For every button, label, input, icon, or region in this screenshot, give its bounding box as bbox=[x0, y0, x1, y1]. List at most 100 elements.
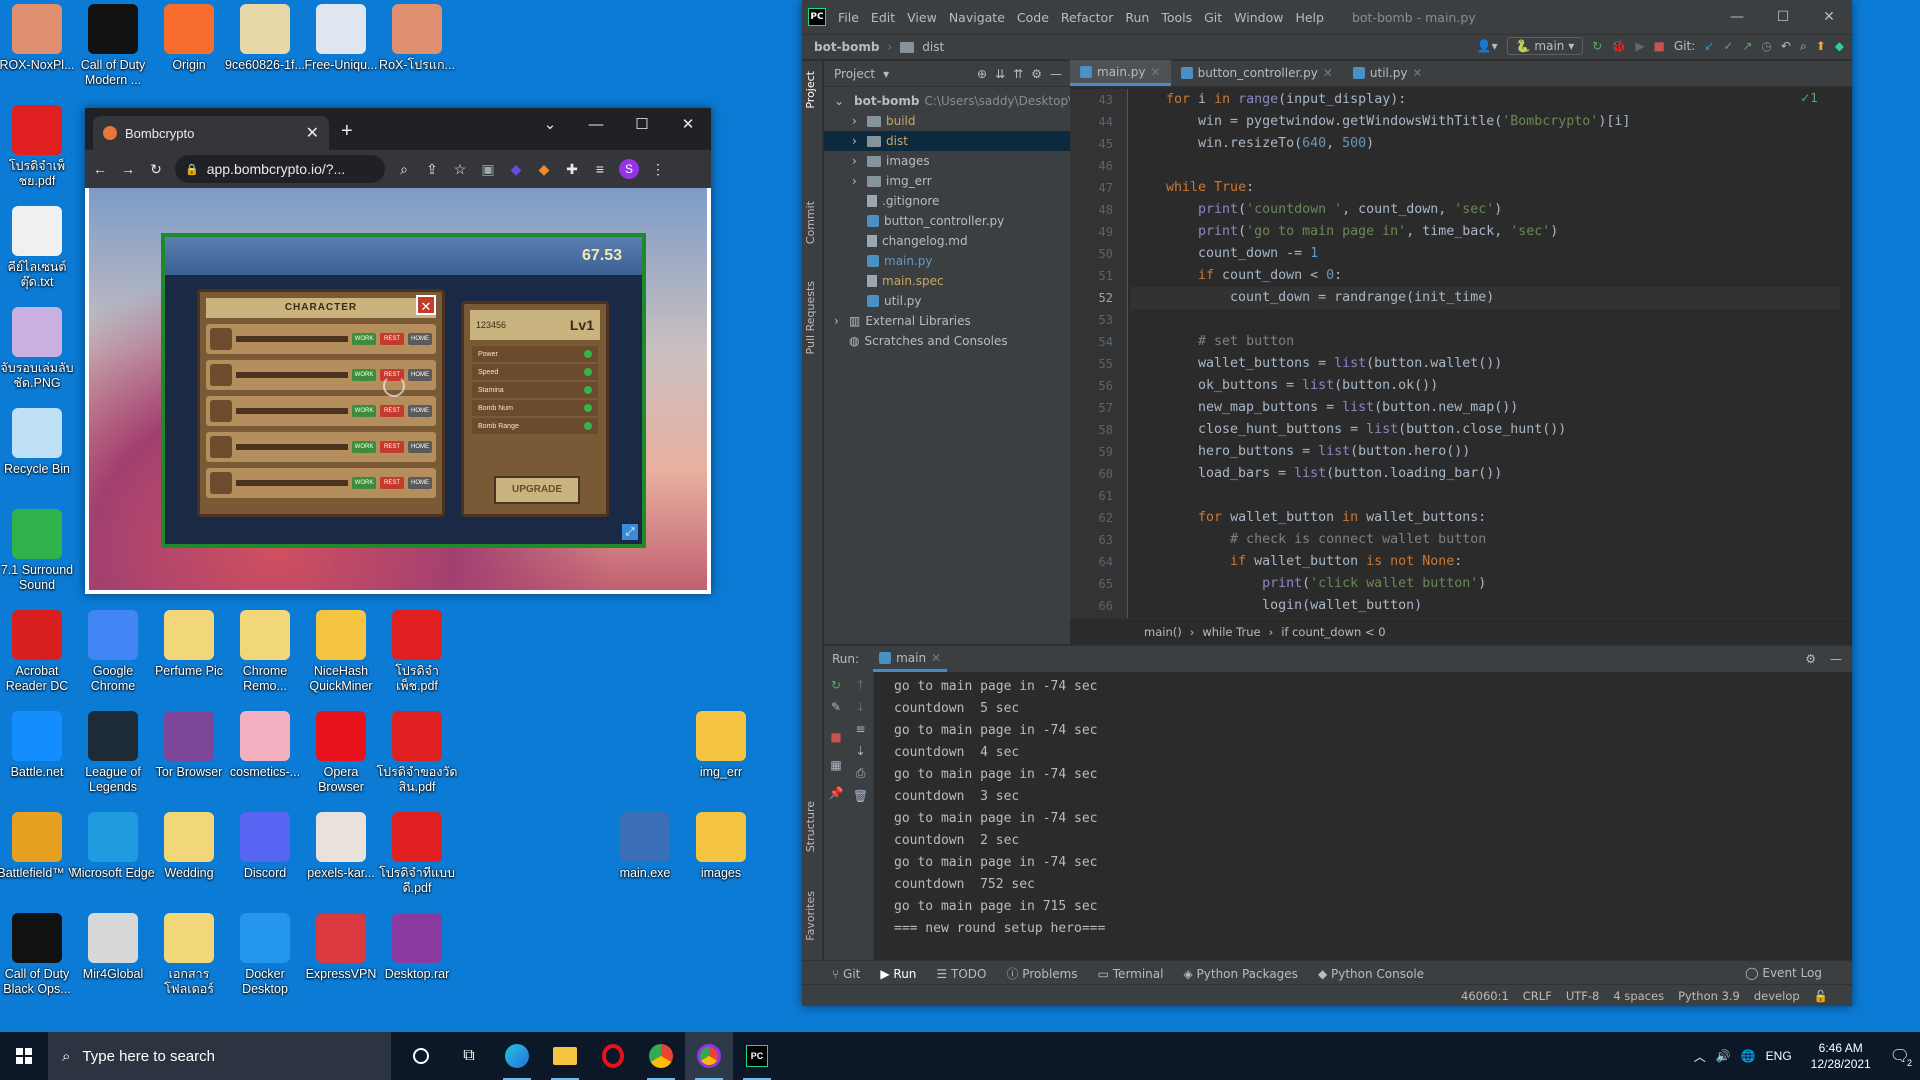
breadcrumb-item[interactable]: if count_down < 0 bbox=[1281, 625, 1385, 639]
console-output[interactable]: go to main page in -74 sec countdown 5 se… bbox=[894, 676, 1105, 940]
git-update-icon[interactable]: ↙ bbox=[1704, 39, 1714, 53]
tree-item[interactable]: › dist bbox=[824, 131, 1070, 151]
close-tab-icon[interactable]: ✕ bbox=[1412, 66, 1422, 80]
collapse-all-icon[interactable]: ⇈ bbox=[1013, 67, 1023, 81]
tree-item[interactable]: ⌄ bot-bomb C:\Users\saddy\Desktop\t bbox=[824, 91, 1070, 111]
tree-item[interactable]: main.py bbox=[824, 251, 1070, 271]
debug-icon[interactable]: 🐞 bbox=[1611, 39, 1626, 53]
metamask-icon[interactable]: ◆ bbox=[535, 161, 553, 178]
inspection-widget[interactable]: ✓1 bbox=[1800, 91, 1818, 105]
wrench-icon[interactable]: ✎ bbox=[824, 700, 848, 714]
desktop-icon[interactable]: Recycle Bin bbox=[0, 408, 79, 518]
menu-edit[interactable]: Edit bbox=[871, 10, 895, 25]
breadcrumb-item[interactable]: while True bbox=[1202, 625, 1260, 639]
desktop-icon[interactable]: Origin bbox=[147, 4, 231, 114]
side-tab-commit[interactable]: Commit bbox=[804, 201, 817, 244]
hero-row[interactable]: WORK REST HOME bbox=[206, 468, 436, 498]
share-icon[interactable]: ⇪ bbox=[423, 161, 441, 178]
side-tab-pull-requests[interactable]: Pull Requests bbox=[804, 281, 817, 354]
git-push-icon[interactable]: ↗ bbox=[1742, 39, 1752, 53]
desktop-icon[interactable]: ExpressVPN bbox=[299, 913, 383, 1023]
desktop-icon[interactable]: Battlefield™ V bbox=[0, 812, 79, 922]
extensions-puzzle-icon[interactable]: ✚ bbox=[563, 161, 581, 178]
git-commit-icon[interactable]: ✓ bbox=[1723, 39, 1733, 53]
desktop-icon[interactable]: เอกสารโฟลเดอร์ bbox=[147, 913, 231, 1023]
bottom-tab-python-packages[interactable]: ◈ Python Packages bbox=[1183, 967, 1297, 981]
maximize-button[interactable]: ☐ bbox=[619, 108, 665, 140]
desktop-icon[interactable]: cosmetics-... bbox=[223, 711, 307, 821]
task-view-icon[interactable]: ⧉ bbox=[445, 1032, 493, 1080]
menu-window[interactable]: Window bbox=[1234, 10, 1283, 25]
forward-icon[interactable]: → bbox=[119, 161, 137, 177]
desktop-icon[interactable]: Battle.net bbox=[0, 711, 79, 821]
jetbrains-icon[interactable]: ◆ bbox=[1835, 39, 1844, 53]
desktop-icon[interactable]: NiceHash QuickMiner bbox=[299, 610, 383, 720]
new-tab-button[interactable]: + bbox=[341, 120, 353, 143]
language-indicator[interactable]: ENG bbox=[1766, 1049, 1792, 1063]
desktop-icon[interactable]: RoX-โปรแก... bbox=[375, 4, 459, 114]
desktop-icon[interactable]: Tor Browser bbox=[147, 711, 231, 821]
notifications-icon[interactable]: 🗨 2 bbox=[1890, 1046, 1912, 1068]
status-item[interactable]: 46060:1 bbox=[1461, 989, 1509, 1003]
print-icon[interactable]: ⎙ bbox=[848, 766, 873, 781]
menu-tools[interactable]: Tools bbox=[1161, 10, 1192, 25]
hero-work-button[interactable]: WORK bbox=[352, 405, 376, 417]
desktop-icon[interactable]: โปรดิจำของวัดสิน.pdf bbox=[375, 711, 459, 821]
desktop-icon[interactable]: คีย์ไลเซนต์ตุ๊ด.txt bbox=[0, 206, 79, 316]
desktop-icon[interactable]: Call of Duty Modern ... bbox=[71, 4, 155, 114]
menu-run[interactable]: Run bbox=[1125, 10, 1149, 25]
hero-work-button[interactable]: WORK bbox=[352, 333, 376, 345]
tree-item[interactable]: .gitignore bbox=[824, 191, 1070, 211]
desktop-icon[interactable]: Free-Uniqu... bbox=[299, 4, 383, 114]
desktop-icon[interactable]: จับรอบเล่มลับชัด.PNG bbox=[0, 307, 79, 417]
back-icon[interactable]: ← bbox=[91, 161, 109, 177]
project-dropdown-icon[interactable]: ▾ bbox=[883, 67, 889, 81]
desktop-icon[interactable]: โปรดิจำทีแบบดี.pdf bbox=[375, 812, 459, 922]
hero-work-button[interactable]: WORK bbox=[352, 369, 376, 381]
desktop-icon[interactable]: img_err bbox=[679, 711, 763, 821]
locate-icon[interactable]: ⊕ bbox=[977, 67, 987, 81]
coverage-icon[interactable]: ▶ bbox=[1635, 39, 1644, 53]
bottom-tab-terminal[interactable]: ▭ Terminal bbox=[1098, 967, 1164, 981]
hero-rest-button[interactable]: REST bbox=[380, 477, 404, 489]
bottom-tab-python-console[interactable]: ◆ Python Console bbox=[1318, 967, 1424, 981]
tree-item[interactable]: util.py bbox=[824, 291, 1070, 311]
menu-help[interactable]: Help bbox=[1295, 10, 1324, 25]
side-tab-project[interactable]: Project bbox=[804, 71, 817, 109]
editor-tab[interactable]: util.py ✕ bbox=[1343, 60, 1433, 86]
desktop-icon[interactable]: Call of Duty Black Ops... bbox=[0, 913, 79, 1023]
chevron-right-icon[interactable]: › bbox=[852, 174, 862, 188]
tree-item[interactable]: main.spec bbox=[824, 271, 1070, 291]
minimize-button[interactable]: — bbox=[573, 108, 619, 140]
opera-taskbar-icon[interactable] bbox=[589, 1032, 637, 1080]
tab-search-icon[interactable]: ⌄ bbox=[527, 108, 573, 140]
fullscreen-icon[interactable]: ⤢ bbox=[622, 524, 638, 540]
chrome-taskbar-icon[interactable] bbox=[637, 1032, 685, 1080]
volume-icon[interactable]: 🔊 bbox=[1716, 1049, 1731, 1063]
nav-project[interactable]: bot-bomb bbox=[814, 40, 879, 54]
hero-row[interactable]: WORK REST HOME bbox=[206, 396, 436, 426]
clear-trash-icon[interactable]: 🗑 bbox=[848, 789, 873, 803]
desktop-icon[interactable]: โปรดิจำเพ็ช.pdf bbox=[375, 610, 459, 720]
chevron-right-icon[interactable]: › bbox=[852, 134, 862, 148]
tree-item[interactable]: › ▥ External Libraries bbox=[824, 311, 1070, 331]
edge-taskbar-icon[interactable] bbox=[493, 1032, 541, 1080]
lock-icon[interactable]: 🔓 bbox=[1814, 989, 1828, 1003]
hero-rest-button[interactable]: REST bbox=[380, 441, 404, 453]
desktop-icon[interactable]: Acrobat Reader DC bbox=[0, 610, 79, 720]
extension-icon[interactable]: ▣ bbox=[479, 161, 497, 178]
status-item[interactable]: CRLF bbox=[1523, 989, 1552, 1003]
desktop-icon[interactable]: League of Legends bbox=[71, 711, 155, 821]
close-window-button[interactable]: ✕ bbox=[665, 108, 711, 140]
code-area[interactable]: 43 44 45 46 47 48 49 50 51 52 53 54 55 56 57 58 59 60 61 62… bbox=[1070, 89, 1852, 618]
git-history-icon[interactable]: ◷ bbox=[1761, 39, 1771, 53]
update-icon[interactable]: ⬆ bbox=[1816, 39, 1826, 53]
upgrade-button[interactable]: UPGRADE bbox=[494, 476, 580, 504]
editor-tab[interactable]: main.py ✕ bbox=[1070, 60, 1171, 86]
desktop-icon[interactable]: pexels-kar... bbox=[299, 812, 383, 922]
hero-work-button[interactable]: WORK bbox=[352, 477, 376, 489]
rerun-icon[interactable]: ↻ bbox=[1592, 39, 1602, 53]
add-user-icon[interactable]: 👤▾ bbox=[1477, 39, 1498, 53]
hide-panel-icon[interactable]: — bbox=[1050, 67, 1062, 81]
menu-code[interactable]: Code bbox=[1017, 10, 1049, 25]
